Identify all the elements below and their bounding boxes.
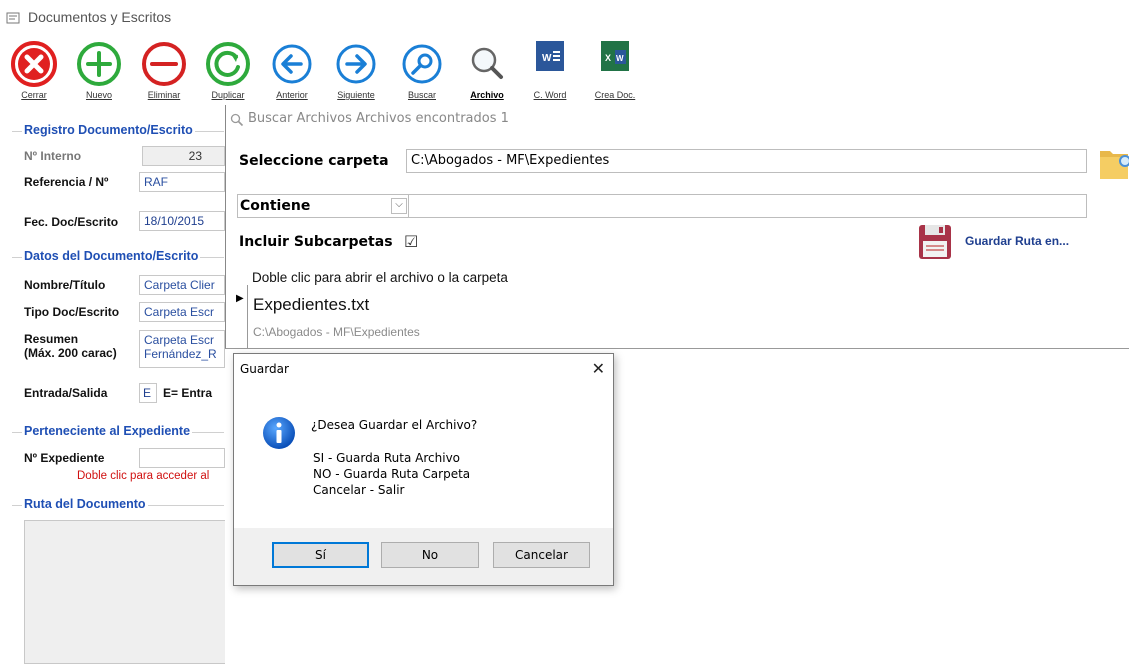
row-pointer-icon: ▶ [236, 293, 244, 304]
next-button-label: Siguiente [337, 90, 375, 100]
word-button-label: C. Word [533, 90, 567, 100]
dialog-question: ¿Desea Guardar el Archivo? [311, 418, 478, 432]
tipo-label: Tipo Doc/Escrito [24, 305, 120, 319]
expediente-hint: Doble clic para acceder al [77, 470, 210, 482]
dialog-line-2: NO - Guarda Ruta Carpeta [313, 467, 471, 481]
resumen-field[interactable]: Carpeta Escr Fernández_R [139, 330, 225, 368]
interno-field: 23 [142, 146, 225, 166]
result-row[interactable]: Expedientes.txt C:\Abogados - MF\Expedie… [248, 285, 1108, 349]
word-icon: W [536, 41, 564, 71]
minus-circle-icon [142, 42, 186, 86]
referencia-field[interactable]: RAF [139, 172, 225, 192]
entrada-field[interactable]: E [139, 383, 157, 403]
dialog-footer: Sí No Cancelar [234, 528, 613, 585]
window-title: Documentos y Escritos [28, 9, 172, 25]
ruta-box[interactable] [24, 520, 225, 664]
file-button[interactable]: Archivo [455, 40, 519, 102]
result-file-path: C:\Abogados - MF\Expedientes [253, 325, 420, 339]
open-hint: Doble clic para abrir el archivo o la ca… [252, 270, 508, 285]
close-button[interactable]: Cerrar [2, 40, 66, 102]
duplicate-button[interactable]: Duplicar [196, 40, 260, 102]
nombre-label: Nombre/Título [24, 278, 106, 292]
entrada-hint: E= Entra [163, 386, 213, 400]
contains-label: Contiene [240, 198, 311, 214]
save-dialog: Guardar ✕ ¿Desea Guardar el Archivo? SI … [233, 353, 614, 586]
contains-input[interactable] [408, 194, 1087, 218]
resumen-sublabel: (Máx. 200 carac) [24, 346, 117, 360]
search-small-icon [230, 113, 244, 127]
svg-text:X: X [605, 53, 611, 63]
folder-input[interactable]: C:\Abogados - MF\Expedientes [406, 149, 1087, 173]
file-button-label: Archivo [470, 90, 504, 100]
info-icon [263, 417, 295, 449]
folder-label: Seleccione carpeta [239, 153, 389, 169]
previous-button-label: Anterior [276, 90, 308, 100]
arrow-right-circle-icon [336, 44, 376, 84]
row-selector: ▶ [226, 285, 248, 349]
svg-text:W: W [542, 53, 552, 64]
subfolders-checkbox[interactable]: ☑ [404, 232, 418, 251]
delete-button[interactable]: Eliminar [132, 40, 196, 102]
refresh-circle-icon [206, 42, 250, 86]
entrada-label: Entrada/Salida [24, 386, 108, 400]
resumen-line-1: Carpeta Escr [144, 333, 215, 347]
word-button[interactable]: W C. Word [518, 40, 582, 102]
magnifier-icon [471, 47, 503, 79]
floppy-disk-icon[interactable] [918, 222, 952, 262]
folder-search-icon[interactable] [1098, 143, 1129, 183]
chevron-down-icon: ⌵ [391, 198, 407, 214]
search-header: Buscar Archivos Archivos encontrados 1 [248, 111, 509, 126]
yes-button[interactable]: Sí [272, 542, 369, 568]
app-icon [6, 12, 20, 24]
contains-select[interactable]: Contiene ⌵ [237, 194, 410, 218]
title-bar: Documentos y Escritos [0, 0, 1129, 36]
fecha-field[interactable]: 18/10/2015 [139, 211, 225, 231]
nombre-field[interactable]: Carpeta Clier [139, 275, 225, 295]
create-doc-button-label: Crea Doc. [594, 90, 636, 100]
previous-button[interactable]: Anterior [260, 40, 324, 102]
fecha-label: Fec. Doc/Escrito [24, 215, 119, 229]
dialog-line-1: SI - Guarda Ruta Archivo [313, 451, 461, 465]
close-button-label: Cerrar [21, 90, 47, 100]
resumen-label: Resumen [24, 332, 79, 346]
referencia-label: Referencia / Nº [24, 175, 109, 189]
next-button[interactable]: Siguiente [324, 40, 388, 102]
cancel-button[interactable]: Cancelar [493, 542, 590, 568]
resumen-line-2: Fernández_R [144, 347, 217, 361]
datos-legend: Datos del Documento/Escrito [22, 249, 201, 263]
no-button[interactable]: No [381, 542, 479, 568]
create-doc-button[interactable]: X W Crea Doc. [583, 40, 647, 102]
search-files-panel: Buscar Archivos Archivos encontrados 1 S… [225, 105, 1129, 349]
close-icon[interactable]: ✕ [592, 359, 605, 379]
search-button-label: Buscar [407, 90, 436, 100]
tipo-field[interactable]: Carpeta Escr [139, 302, 225, 322]
delete-button-label: Eliminar [147, 90, 181, 100]
duplicate-button-label: Duplicar [211, 90, 245, 100]
search-button[interactable]: Buscar [390, 40, 454, 102]
expediente-label: Nº Expediente [24, 451, 105, 465]
dialog-title: Guardar [240, 362, 289, 376]
new-button[interactable]: Nuevo [67, 40, 131, 102]
new-button-label: Nuevo [85, 90, 112, 100]
registro-legend: Registro Documento/Escrito [22, 123, 195, 137]
expediente-field[interactable] [139, 448, 225, 468]
interno-label: Nº Interno [24, 149, 82, 163]
expediente-legend: Perteneciente al Expediente [22, 424, 193, 438]
result-file-name: Expedientes.txt [253, 295, 370, 314]
plus-circle-icon [77, 42, 121, 86]
subfolders-label: Incluir Subcarpetas [239, 234, 393, 250]
dialog-line-3: Cancelar - Salir [313, 483, 405, 497]
excel-word-icon: X W [601, 41, 629, 71]
close-circle-icon [11, 41, 57, 87]
arrow-left-circle-icon [272, 44, 312, 84]
svg-text:W: W [616, 54, 624, 63]
save-path-button[interactable]: Guardar Ruta en... [965, 234, 1069, 248]
search-circle-icon [402, 44, 442, 84]
ruta-legend: Ruta del Documento [22, 497, 148, 511]
